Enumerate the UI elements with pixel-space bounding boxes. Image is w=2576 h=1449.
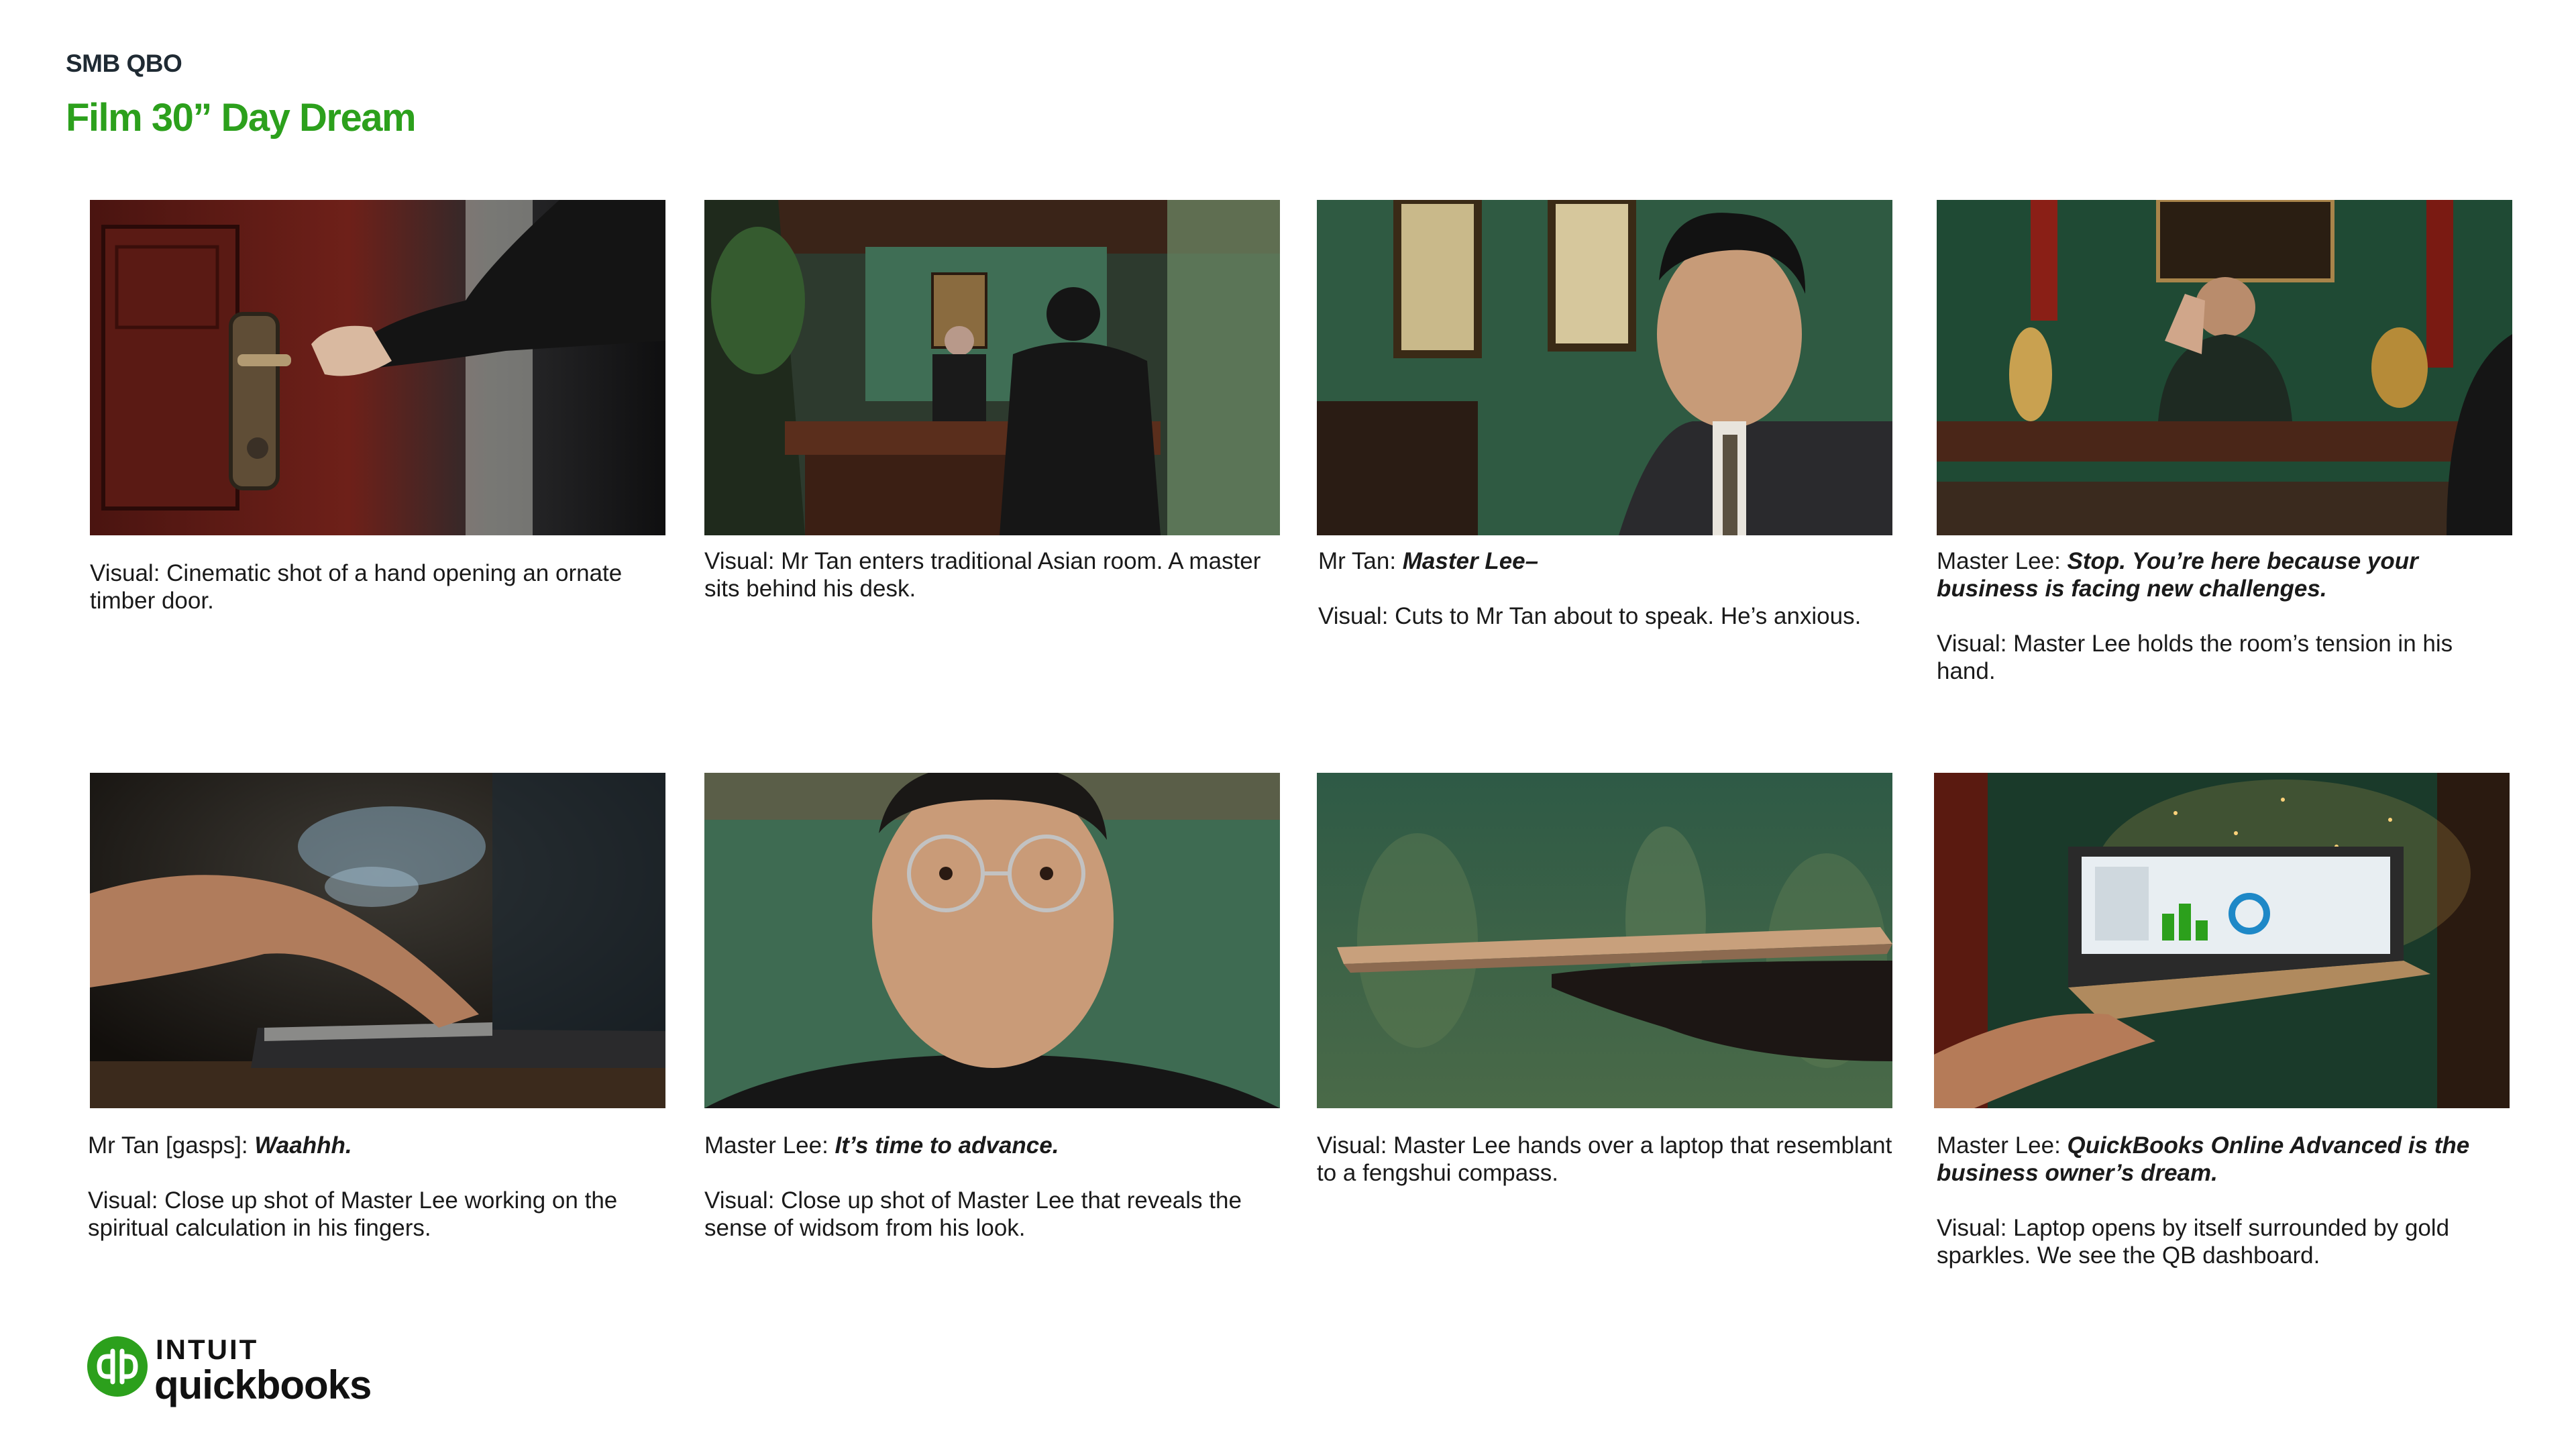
frame-8-caption: Master Lee: QuickBooks Online Advanced i… bbox=[1937, 1132, 2514, 1269]
frame-3-image bbox=[1317, 200, 1892, 535]
frame-6-caption: Master Lee: It’s time to advance. Visual… bbox=[704, 1132, 1281, 1242]
frame-3-caption: Mr Tan: Master Lee– Visual: Cuts to Mr T… bbox=[1318, 547, 1895, 630]
frame-7-image bbox=[1317, 773, 1892, 1108]
storyboard-frame-5 bbox=[90, 773, 665, 1108]
frame-5-caption: Mr Tan [gasps]: Waahhh. Visual: Close up… bbox=[88, 1132, 665, 1242]
frame-2-caption: Visual: Mr Tan enters traditional Asian … bbox=[704, 547, 1281, 602]
frame-7-caption: Visual: Master Lee hands over a laptop t… bbox=[1317, 1132, 1894, 1187]
frame-6-image bbox=[704, 773, 1280, 1108]
frame-4-image bbox=[1937, 200, 2512, 535]
intuit-wordmark: INTUIT bbox=[156, 1334, 259, 1365]
caption-line: Visual: Close up shot of Master Lee work… bbox=[88, 1187, 618, 1241]
storyboard-frame-1 bbox=[90, 200, 665, 535]
frame-1-caption: Visual: Cinematic shot of a hand opening… bbox=[90, 559, 667, 614]
page-title: Film 30” Day Dream bbox=[66, 96, 417, 140]
caption-line: Mr Tan [gasps]: Waahhh. bbox=[88, 1132, 352, 1159]
frame-5-image bbox=[90, 773, 665, 1108]
caption-line: Visual: Master Lee holds the room’s tens… bbox=[1937, 631, 2453, 684]
caption-line: Visual: Master Lee hands over a laptop t… bbox=[1317, 1132, 1892, 1186]
storyboard-frame-6 bbox=[704, 773, 1280, 1108]
storyboard-frame-4 bbox=[1937, 200, 2512, 535]
caption-line: Master Lee: QuickBooks Online Advanced i… bbox=[1937, 1132, 2470, 1186]
caption-line: Visual: Cinematic shot of a hand opening… bbox=[90, 560, 623, 614]
storyboard-frame-7 bbox=[1317, 773, 1892, 1108]
storyboard-frame-2 bbox=[704, 200, 1280, 535]
caption-line: Mr Tan: Master Lee– bbox=[1318, 548, 1539, 574]
caption-line: Visual: Cuts to Mr Tan about to speak. H… bbox=[1318, 603, 1862, 629]
caption-line: Visual: Laptop opens by itself surrounde… bbox=[1937, 1215, 2450, 1269]
storyboard-frame-3 bbox=[1317, 200, 1892, 535]
caption-line: Master Lee: Stop. You’re here because yo… bbox=[1937, 548, 2418, 602]
frame-4-caption: Master Lee: Stop. You’re here because yo… bbox=[1937, 547, 2514, 685]
caption-line: Visual: Mr Tan enters traditional Asian … bbox=[704, 548, 1261, 602]
storyboard-frame-8 bbox=[1934, 773, 2510, 1108]
eyebrow-label: SMB QBO bbox=[66, 50, 182, 77]
frame-2-image bbox=[704, 200, 1280, 535]
intuit-quickbooks-logo: INTUIT quickbooks bbox=[87, 1334, 372, 1407]
caption-line: Master Lee: It’s time to advance. bbox=[704, 1132, 1059, 1159]
quickbooks-logo-icon bbox=[87, 1336, 148, 1397]
caption-line: Visual: Close up shot of Master Lee that… bbox=[704, 1187, 1242, 1241]
frame-1-image bbox=[90, 200, 665, 535]
frame-8-image bbox=[1934, 773, 2510, 1108]
quickbooks-wordmark: quickbooks bbox=[154, 1362, 372, 1407]
